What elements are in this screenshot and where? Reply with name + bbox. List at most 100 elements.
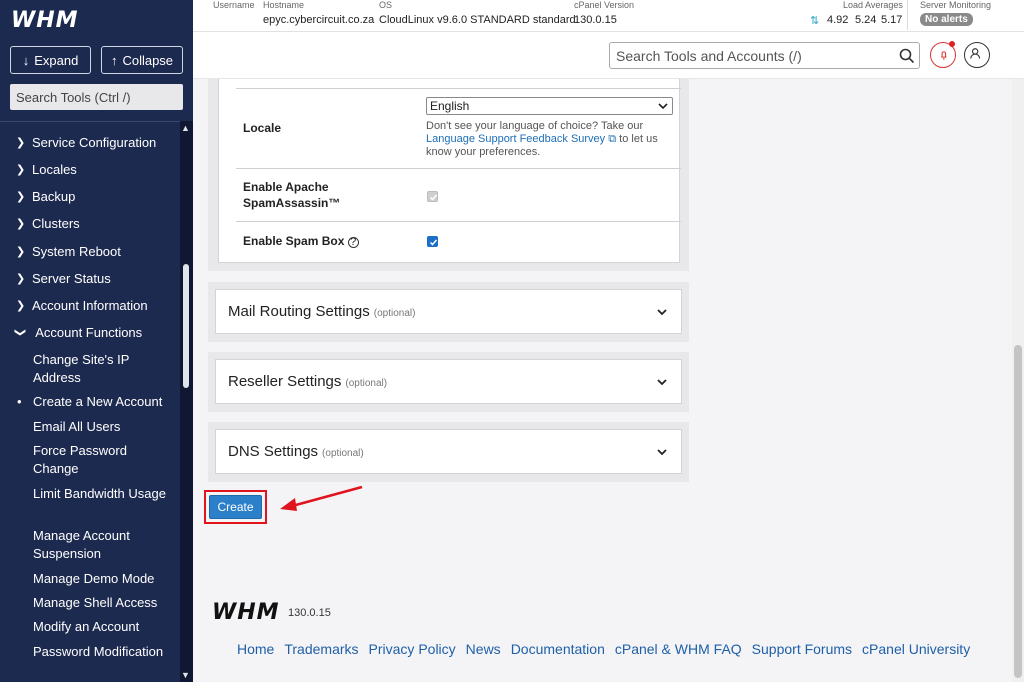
sidebar-subitem-change-site-ip[interactable]: Change Site's IP Address: [33, 351, 173, 387]
main-scroll-thumb[interactable]: [1014, 345, 1022, 678]
server-info-bar: Username Hostname epyc.cybercircuit.co.z…: [193, 0, 1024, 32]
row-divider: [236, 168, 681, 169]
mail-routing-settings-toggle[interactable]: Mail Routing Settings (optional): [215, 289, 682, 334]
sidebar-item-label: Account Information: [32, 298, 148, 313]
sidebar-subitem-password-modification[interactable]: Password Modification: [33, 643, 173, 661]
spam-box-label: Enable Spam Box ?: [243, 233, 359, 249]
sidebar-scroll-thumb[interactable]: [183, 264, 189, 388]
locale-help-text: Don't see your language of choice? Take …: [426, 120, 671, 159]
sidebar-item-label: Locales: [32, 162, 77, 177]
sidebar-item-account-functions[interactable]: ❯ Account Functions: [0, 325, 180, 340]
alerts-badge[interactable]: No alerts: [920, 13, 973, 26]
user-icon: [970, 48, 981, 59]
footer-link-cpanel-university[interactable]: cPanel University: [862, 641, 970, 657]
sidebar-item-label: Backup: [32, 189, 76, 204]
hostname-label: Hostname: [263, 0, 305, 10]
cpanel-version-value: 130.0.15: [574, 14, 617, 26]
tool-search-input[interactable]: [609, 42, 920, 69]
sidebar-item-label: Server Status: [32, 271, 111, 286]
footer-whm-logo: WHM: [212, 600, 280, 625]
locale-select[interactable]: English: [426, 97, 673, 115]
help-icon[interactable]: ?: [347, 237, 359, 248]
footer-link-faq[interactable]: cPanel & WHM FAQ: [615, 641, 742, 657]
chevron-right-icon: ❯: [16, 273, 26, 285]
sidebar-subitem-manage-shell-access[interactable]: Manage Shell Access: [33, 594, 173, 612]
sidebar-item-locales[interactable]: ❯ Locales: [0, 162, 180, 177]
sidebar-subitem-create-new-account[interactable]: Create a New Account: [17, 393, 173, 411]
chevron-right-icon: ❯: [16, 246, 26, 258]
row-divider: [236, 221, 681, 222]
sidebar-item-clusters[interactable]: ❯ Clusters: [0, 216, 180, 231]
chevron-down-icon: [657, 309, 667, 316]
chevron-right-icon: ❯: [16, 191, 26, 203]
sidebar-subitem-limit-bandwidth[interactable]: Limit Bandwidth Usage: [33, 485, 173, 503]
spamassassin-checkbox[interactable]: [427, 191, 438, 202]
chevron-down-icon: [657, 449, 667, 456]
sidebar-subitem-modify-account[interactable]: Modify an Account: [33, 618, 173, 636]
sidebar-subitem-force-password-change[interactable]: Force Password Change: [33, 442, 173, 478]
section-title: Reseller Settings: [228, 373, 342, 390]
sidebar-item-backup[interactable]: ❯ Backup: [0, 189, 180, 204]
notification-dot: [949, 41, 955, 47]
footer-link-home[interactable]: Home: [237, 641, 274, 657]
sidebar-divider: [0, 121, 180, 122]
chevron-down-icon: ❯: [14, 327, 27, 338]
footer-version: 130.0.15: [288, 607, 331, 619]
check-icon: [429, 194, 438, 201]
sidebar-item-label: Service Configuration: [32, 135, 157, 150]
sidebar-subitem-manage-demo-mode[interactable]: Manage Demo Mode: [33, 570, 173, 588]
sidebar-item-label: Clusters: [32, 216, 80, 231]
cpanel-version-label: cPanel Version: [574, 0, 635, 10]
user-menu-button[interactable]: [964, 42, 990, 68]
sidebar-item-label: Account Functions: [35, 325, 143, 340]
sidebar-item-account-information[interactable]: ❯ Account Information: [0, 298, 180, 313]
load-average-1: 4.92: [827, 14, 849, 26]
optional-tag: (optional): [322, 447, 364, 459]
collapse-button[interactable]: ↑ Collapse: [101, 46, 183, 74]
sidebar-item-system-reboot[interactable]: ❯ System Reboot: [0, 244, 180, 259]
sidebar-subitem-manage-suspension[interactable]: Manage Account Suspension: [33, 527, 173, 563]
search-icon[interactable]: [899, 48, 915, 64]
hostname-value: epyc.cybercircuit.co.za: [263, 14, 375, 26]
sidebar-subitem-email-all-users[interactable]: Email All Users: [33, 418, 173, 436]
chevron-right-icon: ❯: [16, 218, 26, 230]
chevron-right-icon: ❯: [16, 164, 26, 176]
arrow-down-icon: ↓: [22, 52, 30, 68]
create-button-highlight: Create: [204, 490, 267, 524]
language-survey-link[interactable]: Language Support Feedback Survey: [426, 133, 605, 145]
username-label: Username: [213, 0, 255, 10]
footer-link-documentation[interactable]: Documentation: [511, 641, 605, 657]
locale-help-text-1: Don't see your language of choice? Take …: [426, 120, 644, 132]
dns-settings-section: DNS Settings (optional): [208, 422, 689, 482]
sidebar-item-service-configuration[interactable]: ❯ Service Configuration: [0, 135, 180, 150]
main-scrollbar[interactable]: [1012, 79, 1024, 682]
sidebar-item-label: System Reboot: [32, 244, 121, 259]
chevron-down-icon: [658, 103, 668, 110]
load-average-2: 5.24: [855, 14, 877, 26]
spam-box-label-text: Enable Spam Box: [243, 234, 345, 248]
reseller-settings-section: Reseller Settings (optional): [208, 352, 689, 412]
footer-link-support-forums[interactable]: Support Forums: [752, 641, 852, 657]
reseller-settings-toggle[interactable]: Reseller Settings (optional): [215, 359, 682, 404]
scroll-down-icon[interactable]: ▼: [181, 670, 190, 680]
scroll-up-icon[interactable]: ▲: [181, 123, 190, 133]
chevron-down-icon: [657, 379, 667, 386]
optional-tag: (optional): [345, 377, 388, 389]
external-link-icon: ⧉: [605, 133, 617, 145]
whm-logo: WHM: [11, 8, 79, 33]
footer-link-news[interactable]: News: [466, 641, 501, 657]
page-header: [193, 32, 1024, 79]
sidebar-search-input[interactable]: [10, 84, 183, 110]
dns-settings-toggle[interactable]: DNS Settings (optional): [215, 429, 682, 474]
footer-links: Home Trademarks Privacy Policy News Docu…: [237, 641, 970, 657]
expand-label: Expand: [34, 52, 79, 68]
footer-link-trademarks[interactable]: Trademarks: [284, 641, 358, 657]
expand-button[interactable]: ↓ Expand: [10, 46, 91, 74]
footer-link-privacy-policy[interactable]: Privacy Policy: [369, 641, 456, 657]
sidebar-scrollbar[interactable]: [180, 121, 193, 682]
spam-box-checkbox[interactable]: [427, 236, 438, 247]
annotation-arrow-icon: [280, 485, 363, 511]
check-icon: [429, 239, 438, 246]
sidebar-item-server-status[interactable]: ❯ Server Status: [0, 271, 180, 286]
create-button[interactable]: Create: [209, 495, 262, 519]
